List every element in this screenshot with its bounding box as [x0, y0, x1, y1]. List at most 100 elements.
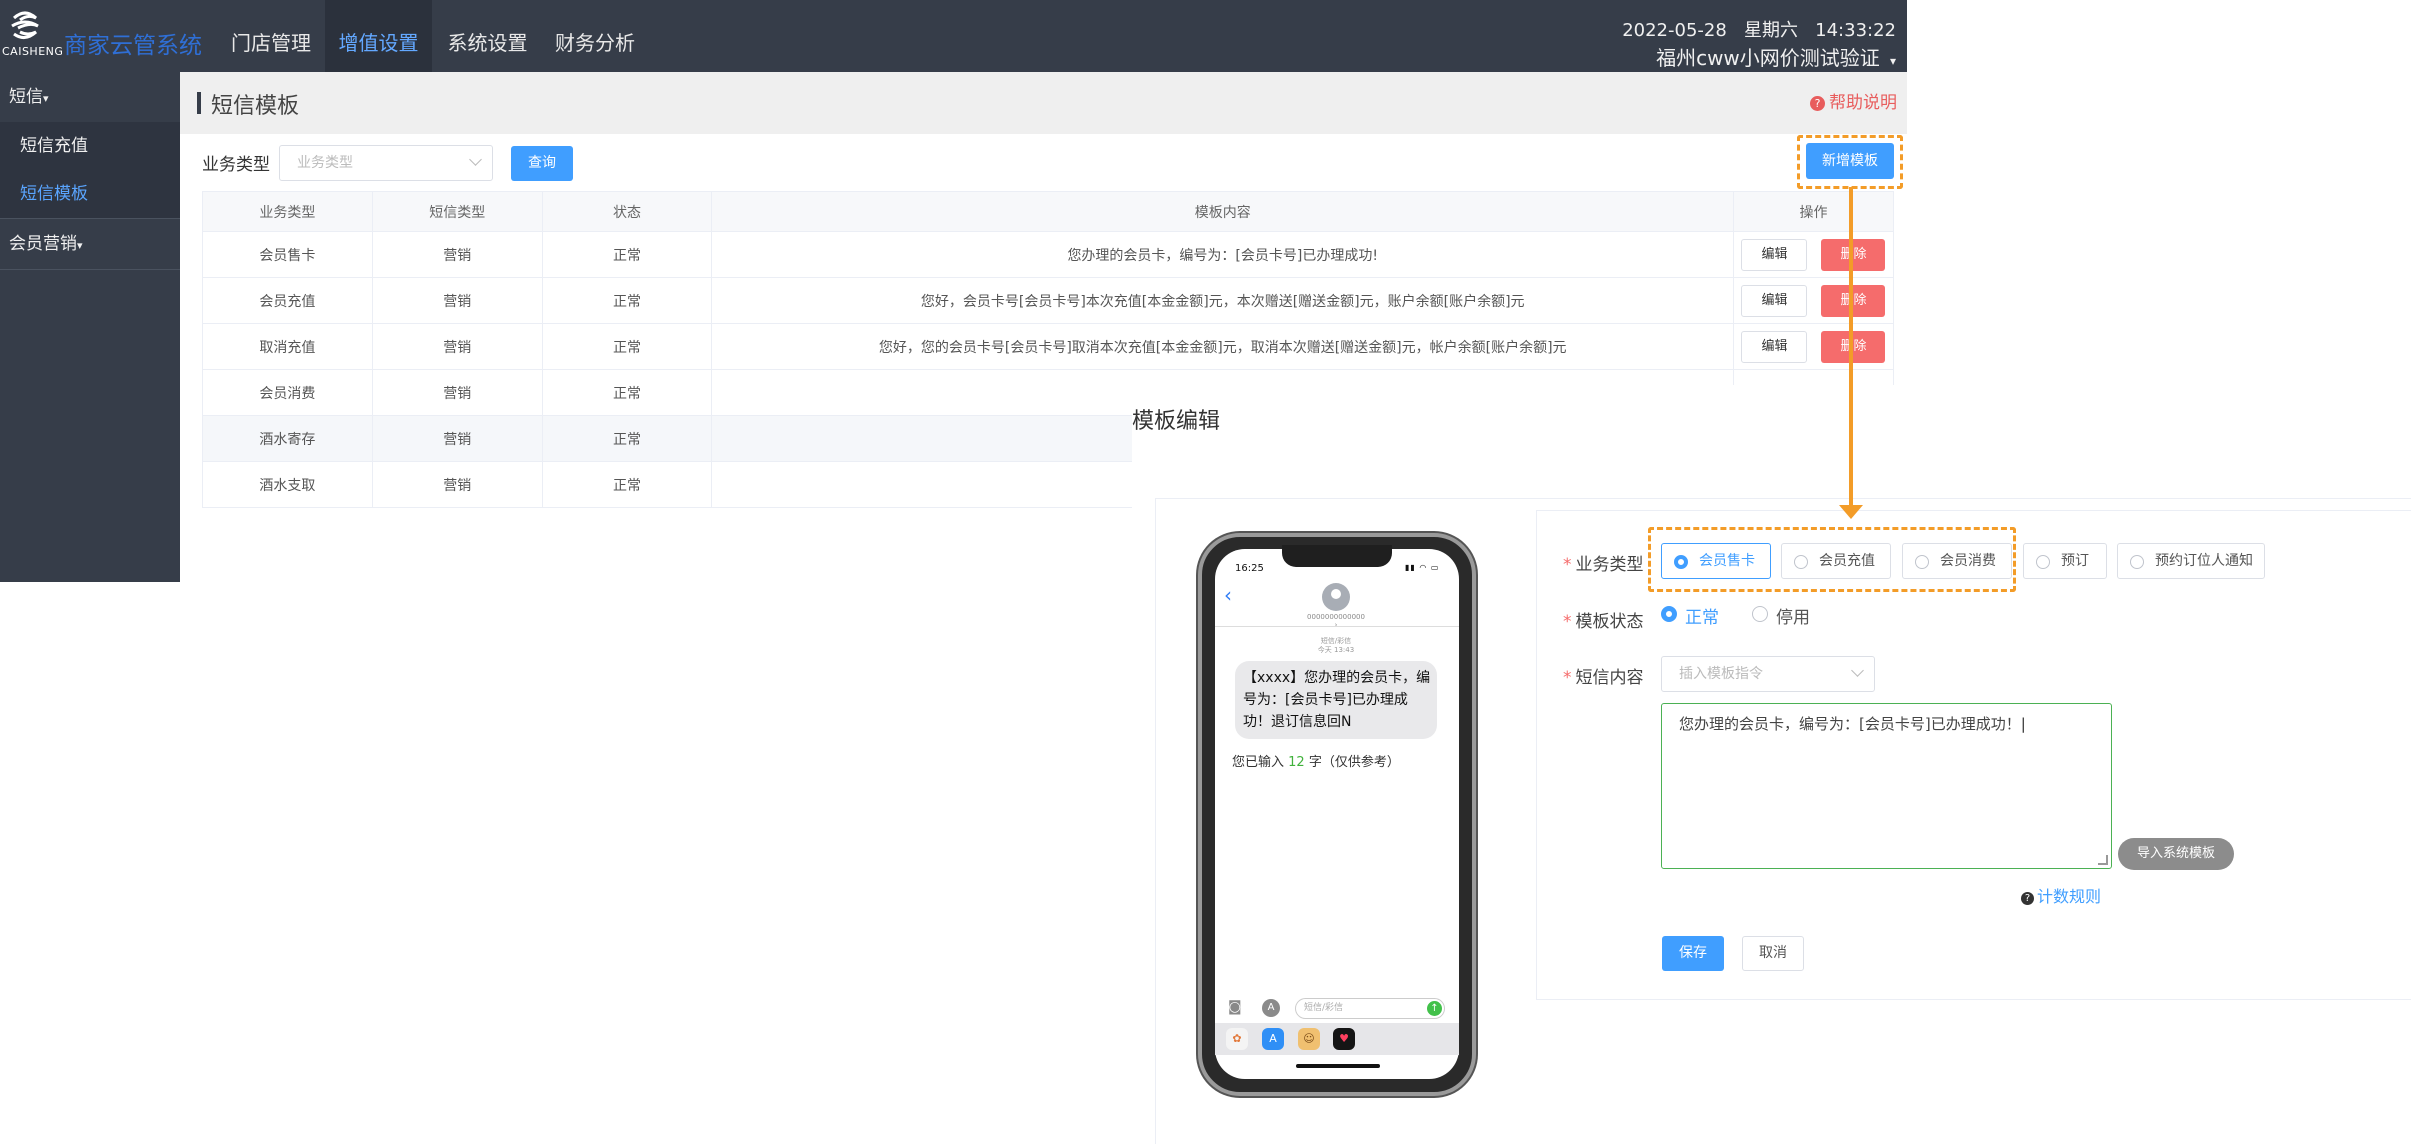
cell-status: 正常: [541, 461, 713, 508]
cell-actions: 编辑 删除: [1732, 231, 1895, 278]
query-button[interactable]: 查询: [511, 146, 573, 181]
table-header-row: 业务类型 短信类型 状态 模板内容 操作: [202, 191, 1895, 232]
biz-option-member-card[interactable]: 会员售卡: [1661, 543, 1771, 579]
sidebar-group-label: 会员营销: [9, 234, 77, 254]
cell-type: 营销: [371, 231, 543, 278]
import-system-template-button[interactable]: 导入系统模板: [2118, 838, 2234, 870]
delete-button[interactable]: 删除: [1821, 284, 1886, 317]
cell-type: 营销: [371, 323, 543, 370]
count-rule-link[interactable]: ? 计数规则: [2021, 883, 2101, 907]
sidebar-group-member[interactable]: 会员营销▾: [0, 219, 180, 269]
biz-option-booking-notify[interactable]: 预约订位人通知: [2117, 543, 2265, 579]
store-selector[interactable]: 福州cww小网价测试验证 ▾: [1656, 42, 1896, 71]
edit-button[interactable]: 编辑: [1741, 238, 1808, 271]
sidebar-divider: [0, 269, 180, 270]
question-icon: ?: [2021, 892, 2034, 905]
status-label: * 模板状态: [1563, 607, 1644, 632]
cell-content: 您好，会员卡号[会员卡号]本次充值[本金金额]元，本次赠送[赠送金额]元，账户余…: [711, 277, 1734, 324]
char-counter: 您已输入 12 字（仅供参考）: [1232, 751, 1400, 770]
edit-panel-title: 模板编辑: [1132, 409, 1221, 434]
phone-divider: [1215, 626, 1459, 627]
counter-prefix: 您已输入: [1232, 755, 1285, 770]
sidebar-item-sms-recharge[interactable]: 短信充值: [0, 122, 180, 170]
required-mark: *: [1563, 612, 1572, 632]
home-indicator: [1296, 1064, 1380, 1068]
table-row: 会员充值 营销 正常 您好，会员卡号[会员卡号]本次充值[本金金额]元，本次赠送…: [202, 277, 1895, 324]
insert-command-select[interactable]: 插入模板指令: [1661, 656, 1875, 692]
option-label: 会员充值: [1819, 553, 1875, 569]
sidebar-item-sms-template[interactable]: 短信模板: [0, 170, 180, 218]
send-arrow-icon: ↑: [1427, 1001, 1442, 1016]
cell-content: 您办理的会员卡，编号为：[会员卡号]已办理成功!: [711, 231, 1734, 278]
radio-icon: [1752, 606, 1768, 622]
biz-option-booking[interactable]: 预订: [2023, 543, 2107, 579]
required-mark: *: [1563, 555, 1572, 575]
select-placeholder: 插入模板指令: [1679, 666, 1763, 682]
appstore-icon: A: [1262, 999, 1280, 1017]
cell-status: 正常: [541, 231, 713, 278]
phone-message-input: 短信/彩信: [1295, 998, 1445, 1019]
sidebar-group-sms[interactable]: 短信▾: [0, 72, 180, 122]
nav-value-added[interactable]: 增值设置: [325, 0, 432, 72]
cell-type: 营销: [371, 277, 543, 324]
column-header: 模板内容: [711, 191, 1734, 232]
swirl-logo-icon: [11, 11, 39, 39]
brand-name: 商家云管系统: [64, 33, 202, 59]
edit-button[interactable]: 编辑: [1741, 330, 1808, 363]
person-icon: [1331, 589, 1341, 599]
cell-status: 正常: [541, 415, 713, 462]
cell-type: 营销: [371, 415, 543, 462]
save-button[interactable]: 保存: [1662, 936, 1724, 971]
biz-type-label: * 业务类型: [1563, 550, 1644, 575]
cell-biz: 酒水支取: [202, 461, 373, 508]
camera-icon: ◙: [1228, 999, 1242, 1015]
sms-content-textarea[interactable]: 您办理的会员卡，编号为：[会员卡号]已办理成功！|: [1661, 703, 2112, 869]
cell-status: 正常: [541, 323, 713, 370]
biz-option-member-consume[interactable]: 会员消费: [1902, 543, 2012, 579]
sidebar-group-label: 短信: [9, 87, 43, 107]
text-cursor: |: [2020, 715, 2026, 733]
page-header: [180, 72, 1907, 134]
phone-clock: 16:25: [1235, 563, 1264, 574]
delete-button[interactable]: 删除: [1821, 330, 1886, 363]
biz-option-member-recharge[interactable]: 会员充值: [1781, 543, 1891, 579]
phone-status-icons: ▮▮ ◠ ▭: [1405, 563, 1440, 572]
edit-button[interactable]: 编辑: [1741, 284, 1808, 317]
resize-handle[interactable]: [2098, 855, 2108, 865]
chevron-left-icon: ‹: [1224, 583, 1232, 607]
phone-message-time: 今天 13:43: [1317, 646, 1355, 654]
column-header: 短信类型: [371, 191, 543, 232]
textarea-value: 您办理的会员卡，编号为：[会员卡号]已办理成功！: [1679, 715, 2021, 733]
delete-button[interactable]: 删除: [1821, 238, 1886, 271]
cell-biz: 会员充值: [202, 277, 373, 324]
logo-caption: CAISHENG: [2, 45, 64, 58]
nav-system-settings[interactable]: 系统设置: [434, 0, 541, 72]
caret-down-icon: ▾: [43, 92, 49, 105]
label-text: 业务类型: [1575, 555, 1644, 575]
help-label: 帮助说明: [1829, 93, 1897, 113]
date-time: 2022-05-28 星期六 14:33:22: [1622, 16, 1896, 42]
table-row: 会员售卡 营销 正常 您办理的会员卡，编号为：[会员卡号]已办理成功! 编辑 删除: [202, 231, 1895, 278]
title-accent-bar: [197, 92, 201, 114]
chevron-down-icon: [1851, 664, 1864, 677]
counter-suffix: 字（仅供参考）: [1308, 755, 1400, 770]
help-link[interactable]: ? 帮助说明: [1810, 88, 1897, 113]
nav-store-management[interactable]: 门店管理: [219, 0, 323, 72]
required-mark: *: [1563, 668, 1572, 688]
radio-icon: [1915, 555, 1929, 569]
cell-content: 您好，您的会员卡号[会员卡号]取消本次充值[本金金额]元，取消本次赠送[赠送金额…: [711, 323, 1734, 370]
cell-status: 正常: [541, 369, 713, 416]
heart-icon: ♥: [1333, 1028, 1355, 1050]
select-placeholder: 业务类型: [297, 155, 353, 171]
nav-finance[interactable]: 财务分析: [543, 0, 647, 72]
business-type-select[interactable]: 业务类型: [279, 145, 493, 181]
add-template-button[interactable]: 新增模板: [1806, 143, 1894, 179]
option-label: 预订: [2061, 553, 2089, 569]
status-option-disabled[interactable]: 停用: [1752, 603, 1810, 628]
cancel-button[interactable]: 取消: [1742, 936, 1804, 971]
connector-arrow-line: [1849, 187, 1853, 509]
status-option-normal[interactable]: 正常: [1661, 603, 1719, 628]
cell-status: 正常: [541, 277, 713, 324]
radio-icon: [1674, 555, 1688, 569]
page-title: 短信模板: [211, 94, 300, 119]
